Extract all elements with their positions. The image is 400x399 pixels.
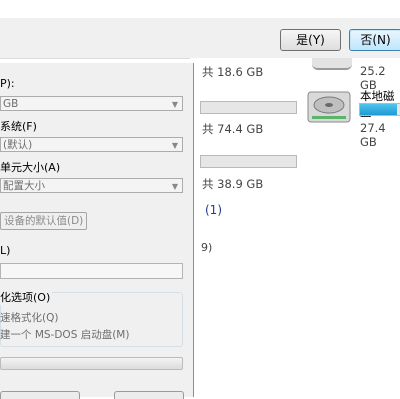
quick-format-checkbox[interactable]: 速格式化(Q) (0, 310, 58, 325)
message-box-header (0, 0, 400, 18)
item-fragment: 9) (201, 241, 213, 254)
hard-disk-icon[interactable] (306, 84, 352, 130)
unit-size-select-value: 配置大小 (3, 180, 45, 192)
filesystem-select[interactable]: (默认) ▼ (0, 137, 183, 152)
drive-3-size: 共 38.9 GB (202, 177, 264, 191)
group-header-count: (1) (205, 203, 222, 217)
volume-label-label: L) (0, 244, 11, 257)
unit-size-label: 单元大小(A) (0, 161, 61, 174)
capacity-label: P): (0, 77, 15, 90)
side-drive-2-usage-bar (359, 103, 400, 116)
no-button[interactable]: 否(N) (349, 29, 400, 51)
capacity-select[interactable]: GB ▼ (0, 96, 183, 111)
chevron-down-icon: ▼ (171, 100, 178, 109)
drive-1-size: 共 18.6 GB (202, 65, 264, 79)
close-button[interactable] (114, 391, 184, 399)
drive-2-size: 共 74.4 GB (202, 122, 264, 136)
filesystem-select-value: (默认) (3, 139, 33, 151)
drive-3-usage-bar (200, 155, 297, 168)
msdos-startup-checkbox[interactable]: 建一个 MS-DOS 启动盘(M) (0, 327, 129, 342)
drive-icon (312, 58, 352, 70)
yes-button[interactable]: 是(Y) (280, 29, 341, 51)
start-button[interactable] (0, 391, 80, 399)
chevron-down-icon: ▼ (171, 182, 178, 191)
volume-label-input[interactable] (0, 263, 183, 279)
restore-defaults-button[interactable]: 设备的默认值(D) (0, 212, 88, 230)
unit-size-select[interactable]: 配置大小 ▼ (0, 178, 183, 193)
chevron-down-icon: ▼ (171, 141, 178, 150)
drive-2-usage-bar (200, 101, 297, 114)
side-drive-2-size: 27.4 GB (360, 121, 386, 149)
format-options-label: 化选项(O) (0, 289, 53, 305)
format-progress-bar (0, 357, 183, 370)
filesystem-label: 系统(F) (0, 120, 37, 133)
capacity-select-value: GB (3, 98, 19, 110)
